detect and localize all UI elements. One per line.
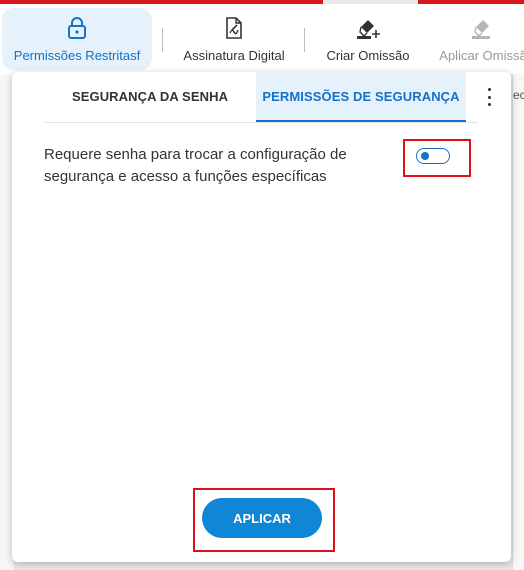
require-password-toggle[interactable]: [416, 148, 450, 164]
apply-redaction-icon: [470, 14, 496, 42]
toolbar-divider: [162, 28, 163, 52]
setting-description: Requere senha para trocar a configuração…: [44, 146, 347, 185]
document-area-right: ecu: [512, 74, 524, 570]
create-redaction-button[interactable]: Criar Omissão: [318, 8, 418, 70]
apply-redaction-label: Aplicar Omissã: [439, 48, 524, 63]
document-text-fragment: ecu: [513, 88, 524, 102]
ribbon-toolbar: Permissões Restritasf Assinatura Digital…: [0, 4, 524, 74]
restricted-permissions-button[interactable]: Permissões Restritasf: [2, 8, 152, 70]
apply-button[interactable]: APLICAR: [202, 498, 322, 538]
tab-security-permissions[interactable]: PERMISSÕES DE SEGURANÇA: [256, 72, 466, 122]
digital-signature-button[interactable]: Assinatura Digital: [176, 8, 292, 70]
restricted-permissions-label: Permissões Restritasf: [13, 48, 141, 63]
digital-signature-icon: [224, 14, 244, 42]
settings-tabs: SEGURANÇA DA SENHA PERMISSÕES DE SEGURAN…: [44, 72, 478, 123]
toggle-knob: [421, 152, 429, 160]
security-settings-popup: SEGURANÇA DA SENHA PERMISSÕES DE SEGURAN…: [12, 72, 511, 562]
more-vertical-icon[interactable]: [484, 86, 494, 108]
toolbar-divider: [304, 28, 305, 52]
create-redaction-label: Criar Omissão: [326, 48, 410, 63]
lock-icon: [67, 14, 87, 42]
tab-password-security[interactable]: SEGURANÇA DA SENHA: [44, 72, 256, 120]
digital-signature-label: Assinatura Digital: [183, 48, 285, 63]
apply-redaction-button[interactable]: Aplicar Omissã: [428, 8, 524, 70]
create-redaction-icon: [355, 14, 381, 42]
